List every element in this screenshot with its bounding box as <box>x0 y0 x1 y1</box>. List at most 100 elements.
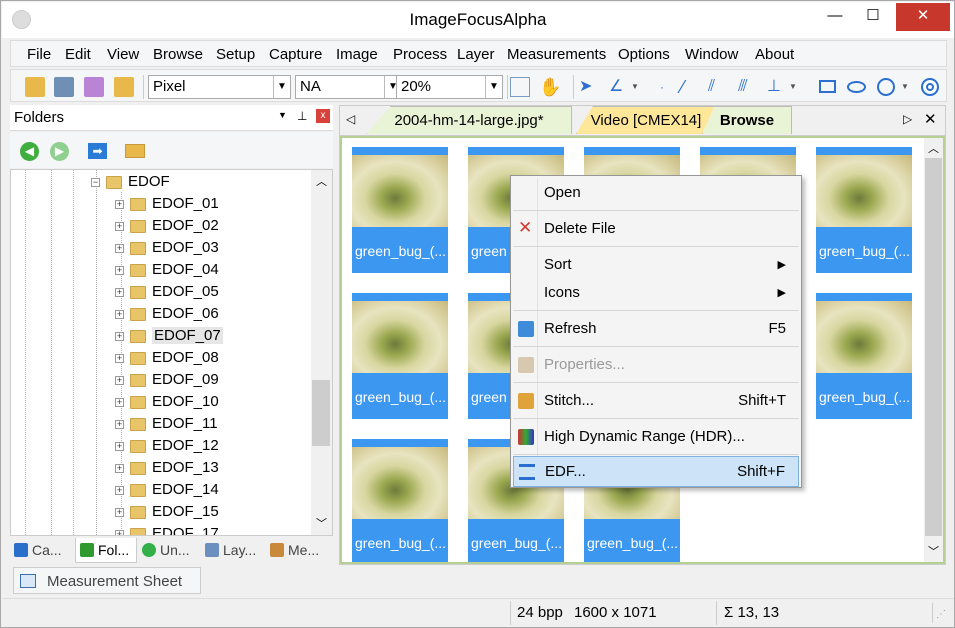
tab-layers[interactable]: Lay... <box>201 538 265 563</box>
tree-item[interactable]: + EDOF_12 <box>115 435 219 457</box>
select-rect-icon[interactable] <box>510 77 530 97</box>
tree-item-edof[interactable]: − EDOF <box>91 171 170 193</box>
maximize-button[interactable]: ☐ <box>858 3 888 31</box>
tree-item[interactable]: + EDOF_03 <box>115 237 219 259</box>
close-button[interactable]: ✕ <box>896 3 950 31</box>
tab-folders[interactable]: Fol... <box>75 538 137 563</box>
multi-lines-icon[interactable]: ⫻ <box>738 77 758 97</box>
tab-undo[interactable]: Un... <box>138 538 200 563</box>
save-as-icon[interactable] <box>84 77 104 97</box>
go-icon[interactable]: ➡ <box>88 143 107 159</box>
tabs-right-icon[interactable]: ▷ <box>903 112 912 126</box>
scroll-up-icon[interactable]: ︿ <box>316 173 327 189</box>
tree-item[interactable]: + EDOF_08 <box>115 347 219 369</box>
tree-item[interactable]: + EDOF_04 <box>115 259 219 281</box>
menu-browse[interactable]: Browse <box>153 46 203 63</box>
tree-item[interactable]: + EDOF_17 <box>115 523 219 535</box>
minimize-button[interactable]: — <box>820 3 850 31</box>
menu-view[interactable]: View <box>107 46 139 63</box>
tree-item[interactable]: + EDOF_02 <box>115 215 219 237</box>
scroll-thumb[interactable] <box>925 158 942 536</box>
menu-capture[interactable]: Capture <box>269 46 322 63</box>
resize-grip-icon[interactable]: ⋰ <box>936 609 946 620</box>
open-folder-icon[interactable] <box>25 77 45 97</box>
tree-item[interactable]: + EDOF_14 <box>115 479 219 501</box>
menu-item-stitch[interactable]: Stitch... Shift+T <box>513 384 799 418</box>
thumbnail[interactable]: green_bug_(... <box>352 439 448 562</box>
circle-icon[interactable] <box>877 78 895 96</box>
menu-measurements[interactable]: Measurements <box>507 46 606 63</box>
panel-close-button[interactable]: x <box>316 109 330 123</box>
chevron-down-icon[interactable]: ▼ <box>901 77 921 97</box>
tree-item[interactable]: + EDOF_15 <box>115 501 219 523</box>
perpendicular-icon[interactable]: ⊥ <box>767 77 787 97</box>
menu-item-open[interactable]: Open <box>513 176 799 210</box>
doc-close-icon[interactable]: ✕ <box>924 110 937 128</box>
measurement-sheet-tab[interactable]: Measurement Sheet <box>13 567 201 594</box>
pin-icon[interactable]: ⊥ <box>297 109 307 123</box>
scroll-thumb[interactable] <box>312 380 330 446</box>
folder-icon <box>130 439 146 453</box>
tree-item[interactable]: + EDOF_09 <box>115 369 219 391</box>
scroll-down-icon[interactable]: ﹀ <box>928 543 939 559</box>
line-icon[interactable]: ⁄ <box>681 77 701 97</box>
chevron-down-icon[interactable]: ▼ <box>631 77 651 97</box>
thumbnail[interactable]: green_bug_(... <box>816 147 912 273</box>
folder-open-icon[interactable] <box>125 144 145 158</box>
ellipse-icon[interactable] <box>847 81 866 93</box>
tab-measurements[interactable]: Me... <box>266 538 332 563</box>
menu-options[interactable]: Options <box>618 46 670 63</box>
menu-item-edf[interactable]: EDF... Shift+F <box>513 456 799 487</box>
tabs-left-icon[interactable]: ◁ <box>346 112 355 126</box>
rectangle-icon[interactable] <box>819 80 836 93</box>
point-icon[interactable]: · <box>652 77 672 97</box>
angle-icon[interactable]: ∠ <box>609 77 629 97</box>
save-icon[interactable] <box>54 77 74 97</box>
menu-item-hdr[interactable]: High Dynamic Range (HDR)... <box>513 420 799 454</box>
menu-file[interactable]: File <box>27 46 51 63</box>
pointer-icon[interactable]: ➤ <box>579 77 599 97</box>
menu-item-delete[interactable]: ✕ Delete File <box>513 212 799 246</box>
panel-menu-icon[interactable]: ▼ <box>278 110 287 120</box>
menu-image[interactable]: Image <box>336 46 378 63</box>
folder-icon <box>130 417 146 431</box>
tree-item[interactable]: + EDOF_01 <box>115 193 219 215</box>
parallel-lines-icon[interactable]: ⫽ <box>708 77 728 97</box>
forward-icon[interactable]: ▶ <box>50 142 69 161</box>
tab-image-file[interactable]: 2004-hm-14-large.jpg* <box>366 106 572 134</box>
tree-item[interactable]: + EDOF_13 <box>115 457 219 479</box>
menu-process[interactable]: Process <box>393 46 447 63</box>
thumbnail[interactable]: green_bug_(... <box>352 147 448 273</box>
thumbnail[interactable]: green_bug_(... <box>816 293 912 419</box>
scroll-up-icon[interactable]: ︿ <box>928 140 939 156</box>
tree-item[interactable]: + EDOF_10 <box>115 391 219 413</box>
folder-icon <box>130 307 146 321</box>
tab-video[interactable]: Video [CMEX14] <box>576 106 716 134</box>
menu-item-refresh[interactable]: Refresh F5 <box>513 312 799 346</box>
menu-item-icons[interactable]: Icons ▶ <box>513 276 799 310</box>
tree-item-selected[interactable]: + EDOF_07 <box>115 325 223 347</box>
tree-item[interactable]: + EDOF_06 <box>115 303 219 325</box>
menu-window[interactable]: Window <box>685 46 738 63</box>
tab-browse[interactable]: Browse <box>702 106 792 134</box>
tree-scrollbar[interactable]: ︿ ﹀ <box>311 170 332 535</box>
back-icon[interactable]: ◀ <box>20 142 39 161</box>
tree-item[interactable]: + EDOF_11 <box>115 413 218 435</box>
hand-icon[interactable]: ✋ <box>539 77 561 97</box>
chevron-down-icon[interactable]: ▼ <box>789 77 809 97</box>
panel-tabs: Ca... Fol... Un... Lay... Me... <box>10 538 333 564</box>
unit-select[interactable]: Pixel ▼ <box>148 75 291 99</box>
menu-setup[interactable]: Setup <box>216 46 255 63</box>
mode-select[interactable]: NA ▼ <box>295 75 402 99</box>
zoom-select[interactable]: 20% ▼ <box>396 75 503 99</box>
menu-layer[interactable]: Layer <box>457 46 495 63</box>
menu-about[interactable]: About <box>755 46 794 63</box>
browse-folder-icon[interactable] <box>114 77 134 97</box>
menu-edit[interactable]: Edit <box>65 46 91 63</box>
tab-camera[interactable]: Ca... <box>10 538 72 563</box>
thumbnail[interactable]: green_bug_(... <box>352 293 448 419</box>
concentric-circle-icon[interactable] <box>921 78 939 96</box>
browse-scrollbar[interactable]: ︿ ﹀ <box>924 138 943 562</box>
scroll-down-icon[interactable]: ﹀ <box>316 515 327 531</box>
tree-item[interactable]: + EDOF_05 <box>115 281 219 303</box>
